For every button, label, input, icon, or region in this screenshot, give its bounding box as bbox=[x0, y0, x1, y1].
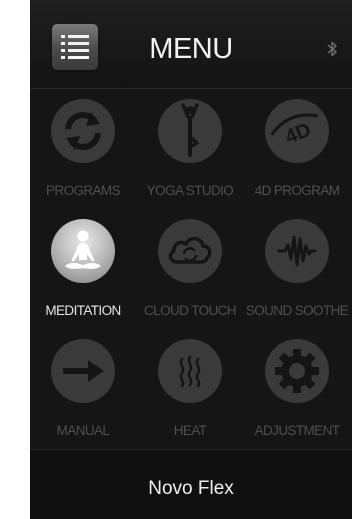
svg-text:4D: 4D bbox=[282, 119, 314, 149]
tile-manual[interactable]: MANUAL bbox=[30, 329, 136, 449]
adjustment-button[interactable] bbox=[265, 339, 329, 403]
refresh-icon bbox=[65, 112, 101, 150]
tile-label: ADJUSTMENT bbox=[254, 423, 340, 438]
tile-sound-soothe[interactable]: SOUND SOOTHE bbox=[244, 209, 350, 329]
sound-soothe-button[interactable] bbox=[265, 219, 329, 283]
page-title: MENU bbox=[149, 33, 233, 65]
tile-label: PROGRAMS bbox=[46, 183, 121, 198]
tile-cloud-touch[interactable]: CLOUD TOUCH bbox=[137, 209, 243, 329]
tile-4d-program[interactable]: 4D 4D PROGRAM bbox=[244, 89, 350, 209]
sound-wave-icon bbox=[277, 235, 317, 267]
heat-icon bbox=[179, 355, 201, 388]
tile-meditation[interactable]: MEDITATION bbox=[30, 209, 136, 329]
tile-heat[interactable]: HEAT bbox=[137, 329, 243, 449]
heat-button[interactable] bbox=[158, 339, 222, 403]
tile-label: SOUND SOOTHE bbox=[245, 303, 349, 318]
cloud-touch-button[interactable] bbox=[158, 219, 222, 283]
tile-label: MANUAL bbox=[56, 423, 110, 438]
arrow-right-icon bbox=[63, 360, 104, 382]
yoga-studio-button[interactable] bbox=[158, 99, 222, 163]
4d-icon: 4D bbox=[270, 113, 319, 149]
menu-grid: PROGRAMS YOGA STUDIO 4D 4D PROGRAM MEDIT… bbox=[30, 89, 352, 449]
tile-label: CLOUD TOUCH bbox=[144, 303, 237, 318]
tile-adjustment[interactable]: ADJUSTMENT bbox=[244, 329, 350, 449]
tile-yoga-studio[interactable]: YOGA STUDIO bbox=[137, 89, 243, 209]
manual-button[interactable] bbox=[51, 339, 115, 403]
4d-program-button[interactable]: 4D bbox=[265, 99, 329, 163]
programs-button[interactable] bbox=[51, 99, 115, 163]
device-name: Novo Flex bbox=[148, 478, 234, 499]
gear-icon bbox=[275, 349, 319, 393]
meditation-icon bbox=[65, 230, 101, 269]
footer-bar: Novo Flex bbox=[30, 449, 352, 519]
bluetooth-icon bbox=[327, 41, 337, 57]
app-screen: MENU PROGRAMS YOGA STUDIO 4D 4D PROGRAM … bbox=[30, 0, 352, 519]
tile-label: HEAT bbox=[173, 423, 207, 438]
tile-label: MEDITATION bbox=[45, 303, 121, 318]
yoga-icon bbox=[181, 103, 199, 157]
tile-label: YOGA STUDIO bbox=[146, 183, 234, 198]
cloud-icon bbox=[168, 236, 212, 264]
header-bar: MENU bbox=[30, 0, 352, 89]
tile-label: 4D PROGRAM bbox=[254, 183, 340, 198]
tile-programs[interactable]: PROGRAMS bbox=[30, 89, 136, 209]
meditation-button[interactable] bbox=[51, 219, 115, 283]
